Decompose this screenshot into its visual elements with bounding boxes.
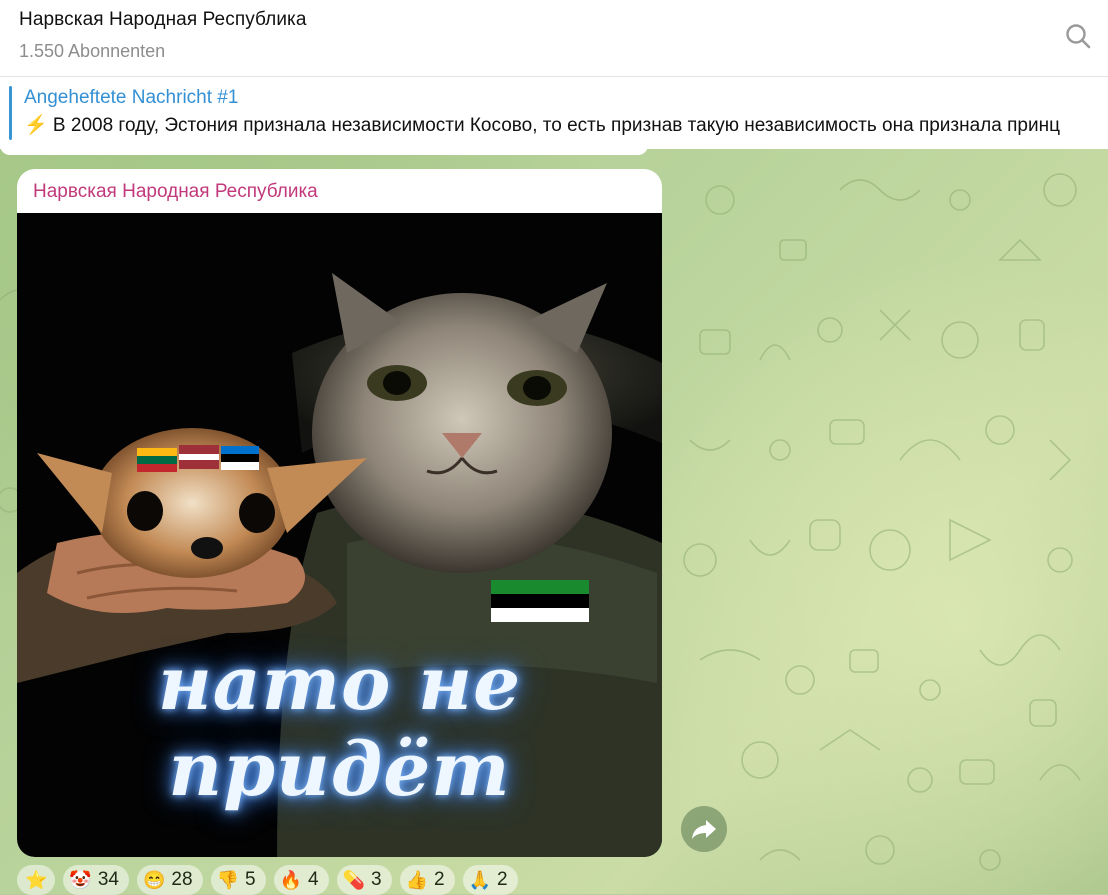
fire-icon: 🔥 bbox=[279, 870, 302, 890]
reaction-thumbs-up[interactable]: 👍 2 bbox=[399, 865, 455, 895]
pray-icon: 🙏 bbox=[468, 870, 491, 890]
forward-icon[interactable] bbox=[681, 806, 727, 852]
clown-icon: 🤡 bbox=[69, 870, 92, 890]
pinned-text: ⚡ В 2008 году, Эстония признала независи… bbox=[24, 115, 1060, 136]
lithuania-flag-icon bbox=[137, 448, 177, 472]
message-photo[interactable]: нато не придёт bbox=[17, 213, 662, 857]
reaction-pray[interactable]: 🙏 2 bbox=[462, 865, 518, 895]
pinned-label: Angeheftete Nachricht #1 bbox=[24, 87, 239, 108]
reaction-grin[interactable]: 😁 28 bbox=[136, 865, 203, 895]
reaction-count: 4 bbox=[307, 869, 319, 890]
channel-title[interactable]: Нарвская Народная Республика bbox=[19, 9, 307, 31]
reaction-clown[interactable]: 🤡 34 bbox=[63, 865, 129, 895]
star-icon: ⭐ bbox=[25, 870, 48, 890]
estonia-flag-icon bbox=[221, 446, 259, 470]
channel-message[interactable]: Нарвская Народная Республика нато не при… bbox=[17, 169, 662, 857]
search-icon[interactable] bbox=[1062, 20, 1096, 54]
thumbs-down-icon: 👎 bbox=[216, 870, 239, 890]
reaction-thumbs-down[interactable]: 👎 5 bbox=[210, 865, 266, 895]
pinned-message-bar[interactable]: Angeheftete Nachricht #1 ⚡ В 2008 году, … bbox=[0, 77, 1108, 149]
reaction-pill[interactable]: 💊 3 bbox=[336, 865, 392, 895]
image-caption: нато не придёт bbox=[157, 641, 522, 813]
reaction-count: 2 bbox=[433, 869, 445, 890]
reaction-fire[interactable]: 🔥 4 bbox=[273, 865, 329, 895]
thumbs-up-icon: 👍 bbox=[405, 870, 428, 890]
reaction-count: 34 bbox=[97, 869, 119, 890]
latvia-flag-icon bbox=[179, 445, 219, 469]
message-author[interactable]: Нарвская Народная Республика bbox=[33, 181, 318, 203]
pill-icon: 💊 bbox=[342, 870, 365, 890]
reaction-count: 3 bbox=[370, 869, 382, 890]
reaction-count: 5 bbox=[244, 869, 256, 890]
pinned-accent-line bbox=[9, 86, 12, 140]
chat-header[interactable]: Нарвская Народная Республика 1.550 Abonn… bbox=[0, 0, 1108, 77]
reaction-star[interactable]: ⭐ bbox=[17, 865, 56, 895]
reaction-count: 28 bbox=[171, 869, 193, 890]
subscriber-count: 1.550 Abonnenten bbox=[19, 41, 166, 61]
reaction-bar: ⭐ 🤡 34 😁 28 👎 5 🔥 4 💊 3 👍 2 🙏 2 bbox=[17, 865, 518, 895]
grin-icon: 😁 bbox=[142, 870, 166, 890]
reaction-count: 2 bbox=[496, 869, 508, 890]
